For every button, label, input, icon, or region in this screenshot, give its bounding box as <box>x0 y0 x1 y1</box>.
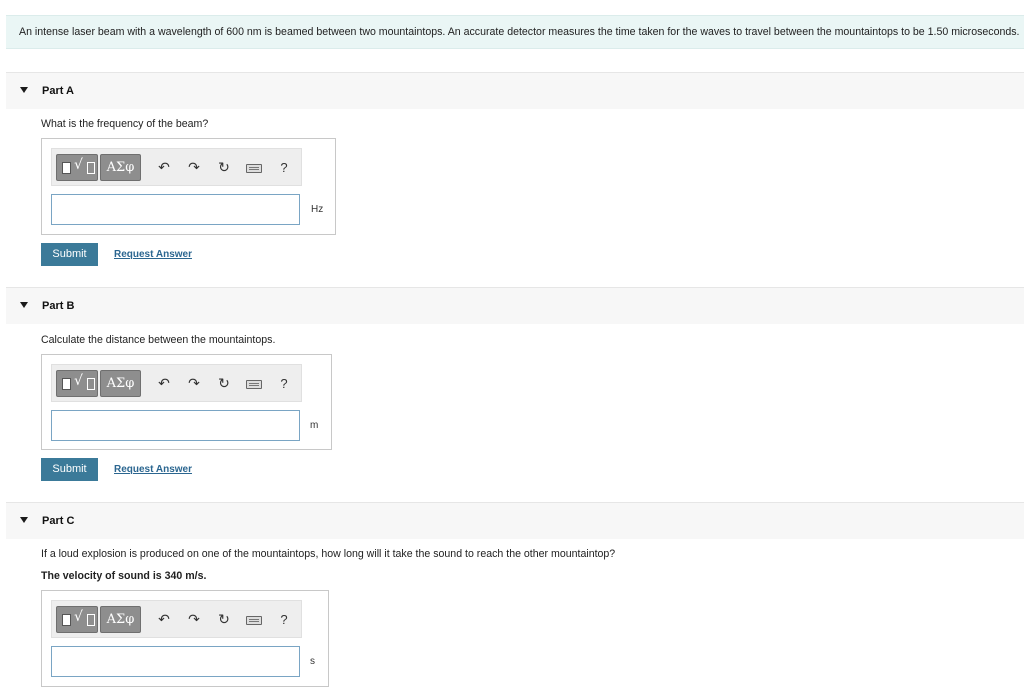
part-a-request-answer-link[interactable]: Request Answer <box>114 249 192 260</box>
math-toolbar: √ ΑΣφ ↶ ↷ ↻ ? <box>51 600 302 638</box>
undo-icon[interactable]: ↶ <box>156 611 172 629</box>
template-button[interactable]: √ <box>56 606 98 633</box>
help-button[interactable]: ? <box>276 611 292 629</box>
part-c-question: If a loud explosion is produced on one o… <box>41 548 616 560</box>
fraction-root-template-icon <box>62 162 71 174</box>
part-c-header[interactable]: Part C <box>6 502 1024 539</box>
collapse-caret-icon[interactable] <box>20 87 28 93</box>
root-icon: √ <box>74 373 83 389</box>
keyboard-icon[interactable] <box>245 375 263 393</box>
problem-statement: An intense laser beam with a wavelength … <box>6 15 1024 49</box>
part-c-answer-box: √ ΑΣφ ↶ ↷ ↻ ? s <box>41 590 329 687</box>
keyboard-icon[interactable] <box>245 611 263 629</box>
part-b-unit: m <box>310 420 319 431</box>
keyboard-shape <box>246 164 262 173</box>
part-c-answer-input[interactable] <box>51 646 300 677</box>
part-b-submit-button[interactable]: Submit <box>41 458 98 481</box>
part-c-unit: s <box>310 656 315 667</box>
part-b-title: Part B <box>42 300 75 312</box>
part-b-answer-input[interactable] <box>51 410 300 441</box>
redo-icon[interactable]: ↷ <box>186 611 202 629</box>
root-icon: √ <box>74 157 83 173</box>
redo-icon[interactable]: ↷ <box>186 375 202 393</box>
help-button[interactable]: ? <box>276 159 292 177</box>
part-b-request-answer-link[interactable]: Request Answer <box>114 464 192 475</box>
box-icon <box>87 614 95 626</box>
collapse-caret-icon[interactable] <box>20 517 28 523</box>
math-toolbar: √ ΑΣφ ↶ ↷ ↻ ? <box>51 364 302 402</box>
fraction-root-template-icon <box>62 614 71 626</box>
part-a-submit-button[interactable]: Submit <box>41 243 98 266</box>
help-button[interactable]: ? <box>276 375 292 393</box>
template-button[interactable]: √ <box>56 154 98 181</box>
greek-symbols-button[interactable]: ΑΣφ <box>100 154 141 181</box>
keyboard-shape <box>246 380 262 389</box>
math-toolbar: √ ΑΣφ ↶ ↷ ↻ ? <box>51 148 302 186</box>
keyboard-shape <box>246 616 262 625</box>
part-a-question: What is the frequency of the beam? <box>41 118 209 130</box>
fraction-root-template-icon <box>62 378 71 390</box>
reset-icon[interactable]: ↻ <box>216 611 232 629</box>
reset-icon[interactable]: ↻ <box>216 375 232 393</box>
part-c-title: Part C <box>42 515 75 527</box>
collapse-caret-icon[interactable] <box>20 302 28 308</box>
part-b-question: Calculate the distance between the mount… <box>41 334 276 346</box>
part-a-title: Part A <box>42 85 74 97</box>
part-a-answer-box: √ ΑΣφ ↶ ↷ ↻ ? Hz <box>41 138 336 235</box>
part-b-answer-box: √ ΑΣφ ↶ ↷ ↻ ? m <box>41 354 332 450</box>
keyboard-icon[interactable] <box>245 159 263 177</box>
undo-icon[interactable]: ↶ <box>156 375 172 393</box>
template-button[interactable]: √ <box>56 370 98 397</box>
redo-icon[interactable]: ↷ <box>186 159 202 177</box>
box-icon <box>87 162 95 174</box>
root-icon: √ <box>74 609 83 625</box>
reset-icon[interactable]: ↻ <box>216 159 232 177</box>
part-a-answer-input[interactable] <box>51 194 300 225</box>
part-b-header[interactable]: Part B <box>6 287 1024 324</box>
part-a-header[interactable]: Part A <box>6 72 1024 109</box>
box-icon <box>87 378 95 390</box>
undo-icon[interactable]: ↶ <box>156 159 172 177</box>
part-a-unit: Hz <box>311 204 324 215</box>
greek-symbols-button[interactable]: ΑΣφ <box>100 606 141 633</box>
part-c-note: The velocity of sound is 340 m/s. <box>41 570 207 582</box>
greek-symbols-button[interactable]: ΑΣφ <box>100 370 141 397</box>
